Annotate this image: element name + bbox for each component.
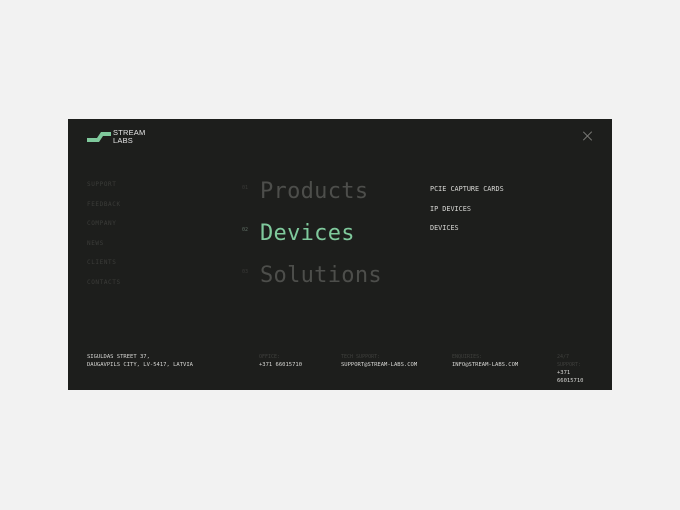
submenu-item-pcie-capture-cards[interactable]: PCIE CAPTURE CARDS (430, 185, 504, 205)
footer-caption: OFFICE: (259, 354, 281, 360)
nav-item-news[interactable]: NEWS (87, 239, 121, 259)
address: SIGULDAS STREET 37, DAUGAVPILS CITY, LV-… (87, 353, 193, 369)
info-email-link[interactable]: INFO@STREAM-LABS.COM (452, 361, 518, 369)
logo-text: STREAM LABS (113, 129, 145, 145)
nav-item-company[interactable]: COMPANY (87, 219, 121, 239)
submenu-item-ip-devices[interactable]: IP DEVICES (430, 205, 504, 225)
support-email-link[interactable]: SUPPORT@STREAM-LABS.COM (341, 361, 417, 369)
logo-line-2: LABS (113, 136, 133, 145)
stream-labs-logo-icon (87, 132, 111, 142)
close-icon[interactable] (583, 131, 593, 141)
address-line-1: SIGULDAS STREET 37, (87, 354, 150, 360)
primary-nav-label[interactable]: Solutions (260, 263, 382, 288)
address-line-2: DAUGAVPILS CITY, LV-5417, LATVIA (87, 362, 193, 368)
primary-nav-label[interactable]: Devices (260, 221, 355, 246)
menu-panel: STREAM LABS SUPPORT FEEDBACK COMPANY NEW… (68, 119, 612, 390)
submenu: PCIE CAPTURE CARDS IP DEVICES DEVICES (430, 185, 504, 244)
nav-item-support[interactable]: SUPPORT (87, 180, 121, 200)
footer-enquiries: ENQUIRIES: INFO@STREAM-LABS.COM (452, 353, 518, 369)
secondary-nav: SUPPORT FEEDBACK COMPANY NEWS CLIENTS CO… (87, 180, 121, 297)
nav-item-clients[interactable]: CLIENTS (87, 258, 121, 278)
primary-nav-label[interactable]: Products (260, 179, 368, 204)
footer-caption: 24/7 SUPPORT: (557, 354, 582, 368)
logo[interactable]: STREAM LABS (87, 129, 145, 145)
primary-nav-number: 02 (242, 227, 249, 233)
footer: SIGULDAS STREET 37, DAUGAVPILS CITY, LV-… (87, 353, 594, 384)
primary-nav-number: 03 (242, 269, 249, 275)
nav-item-contacts[interactable]: CONTACTS (87, 278, 121, 298)
footer-caption: ENQUIRIES: (452, 354, 483, 360)
submenu-item-devices[interactable]: DEVICES (430, 224, 504, 244)
footer-tech-support: TECH SUPPORT: SUPPORT@STREAM-LABS.COM (341, 353, 417, 369)
office-phone-link[interactable]: +371 66015710 (259, 361, 302, 369)
primary-nav-number: 01 (242, 185, 249, 191)
footer-office: OFFICE: +371 66015710 (259, 353, 302, 369)
nav-item-feedback[interactable]: FEEDBACK (87, 200, 121, 220)
footer-247-support: 24/7 SUPPORT: +371 66015710 (557, 353, 594, 385)
footer-caption: TECH SUPPORT: (341, 354, 381, 360)
support-phone-link[interactable]: +371 66015710 (557, 369, 594, 385)
